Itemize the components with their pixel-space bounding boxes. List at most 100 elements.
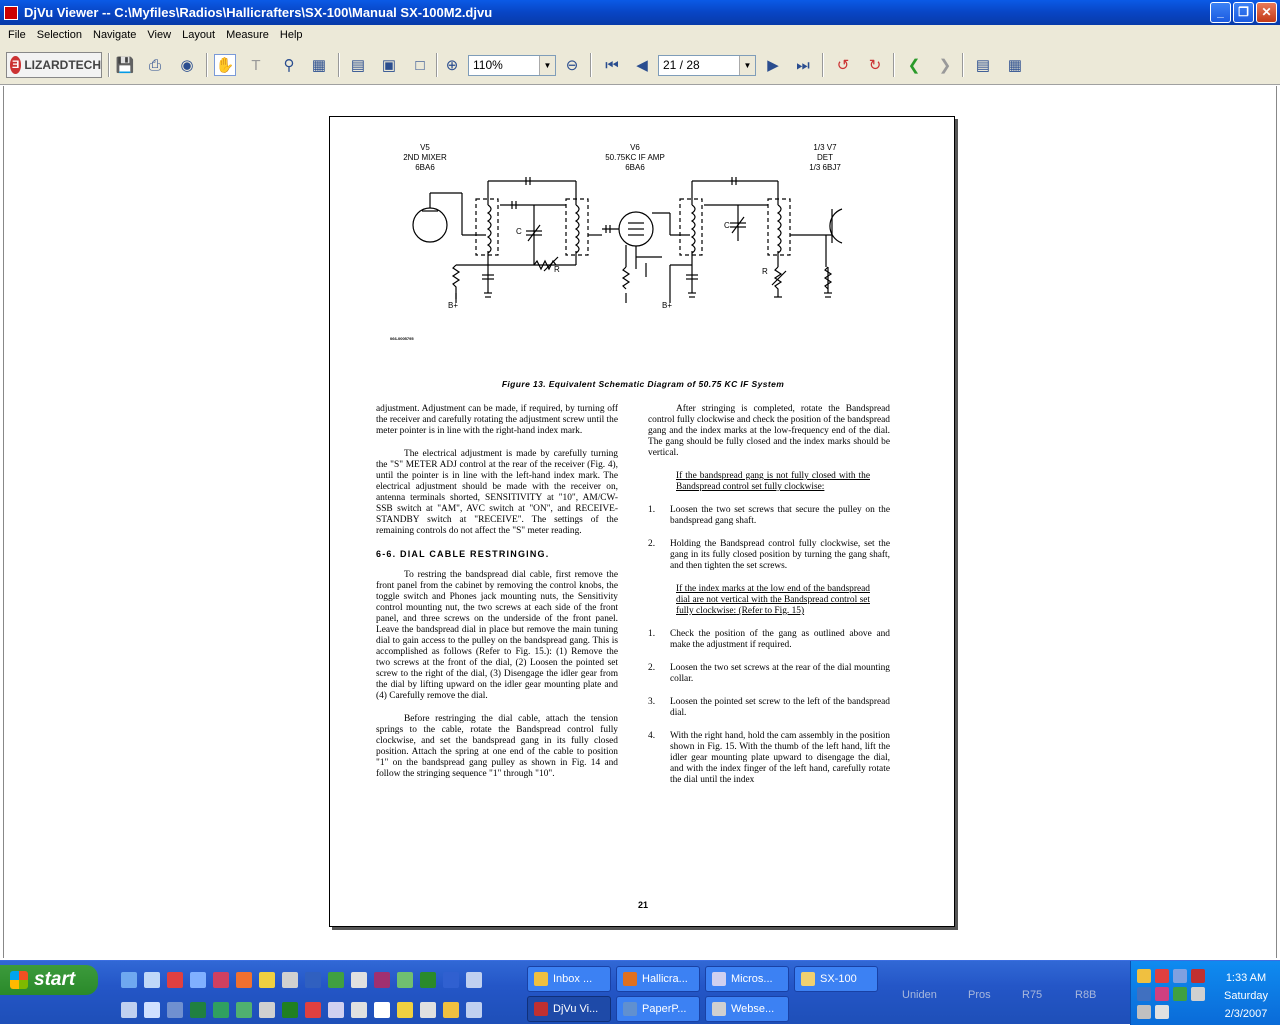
menu-view[interactable]: View xyxy=(143,29,175,41)
quicklaunch-icon[interactable] xyxy=(282,1002,298,1018)
lizardtech-logo[interactable]: Ǝ LIZARDTECH xyxy=(6,52,102,78)
zoom-dropdown-icon[interactable]: ▼ xyxy=(539,56,555,75)
clock-date: 2/3/2007 xyxy=(1224,1008,1268,1020)
grid-view-icon[interactable]: ▦ xyxy=(1004,54,1026,76)
zoom-out-icon[interactable]: ⊖ xyxy=(561,54,583,76)
quicklaunch-icon[interactable] xyxy=(351,972,367,988)
resistor-label-2: R xyxy=(762,267,768,276)
task-hallicrafters[interactable]: Hallicra... xyxy=(616,966,700,992)
quicklaunch-icon[interactable] xyxy=(397,972,413,988)
v7-label: 1/3 V7 DET 1/3 6BJ7 xyxy=(809,143,841,172)
quicklaunch-icon[interactable] xyxy=(144,1002,160,1018)
quicklaunch-icon[interactable] xyxy=(305,972,321,988)
quicklaunch-icon[interactable] xyxy=(466,1002,482,1018)
zoom-in-icon[interactable]: ⊕ xyxy=(441,54,463,76)
page-dropdown-icon[interactable]: ▼ xyxy=(739,56,755,75)
toolbar-pros[interactable]: Pros xyxy=(968,989,991,1001)
back-icon[interactable]: ❮ xyxy=(903,54,925,76)
left-paragraph-1: adjustment. Adjustment can be made, if r… xyxy=(376,404,618,436)
last-page-icon[interactable]: ⏭ xyxy=(792,54,814,76)
menu-measure[interactable]: Measure xyxy=(222,29,273,41)
text-select-icon[interactable]: T xyxy=(245,54,267,76)
list-item: 2. Loosen the two set screws at the rear … xyxy=(648,663,890,684)
tray-icon[interactable] xyxy=(1191,969,1205,983)
quicklaunch-icon[interactable] xyxy=(328,1002,344,1018)
minimize-button[interactable]: _ xyxy=(1210,2,1231,23)
tray-icon[interactable] xyxy=(1155,987,1169,1001)
task-sx100[interactable]: SX-100 xyxy=(794,966,878,992)
zoom-tool-icon[interactable]: ⚲ xyxy=(278,54,300,76)
tray-icon[interactable] xyxy=(1137,969,1151,983)
rotate-left-icon[interactable]: ↺ xyxy=(832,54,854,76)
print-icon[interactable]: ⎙ xyxy=(144,54,166,76)
quicklaunch-icon[interactable] xyxy=(236,972,252,988)
start-button[interactable]: start xyxy=(0,965,98,995)
close-button[interactable]: ✕ xyxy=(1256,2,1277,23)
maximize-button[interactable]: ❐ xyxy=(1233,2,1254,23)
quicklaunch-icon[interactable] xyxy=(305,1002,321,1018)
quicklaunch-icon[interactable] xyxy=(144,972,160,988)
quicklaunch-icon[interactable] xyxy=(259,972,275,988)
menu-navigate[interactable]: Navigate xyxy=(89,29,140,41)
quicklaunch-icon[interactable] xyxy=(213,1002,229,1018)
quicklaunch-icon[interactable] xyxy=(443,972,459,988)
task-microsoft[interactable]: Micros... xyxy=(705,966,789,992)
quicklaunch-icon[interactable] xyxy=(420,972,436,988)
quicklaunch-icon[interactable] xyxy=(351,1002,367,1018)
hand-tool-icon[interactable]: ✋ xyxy=(214,54,236,76)
menu-selection[interactable]: Selection xyxy=(33,29,86,41)
zoom-combo[interactable]: 110% ▼ xyxy=(468,55,556,76)
quicklaunch-icon[interactable] xyxy=(282,972,298,988)
quicklaunch-icon[interactable] xyxy=(190,1002,206,1018)
quicklaunch-icon[interactable] xyxy=(328,972,344,988)
rotate-right-icon[interactable]: ↻ xyxy=(864,54,886,76)
tray-icon[interactable] xyxy=(1155,969,1169,983)
tray-icon[interactable] xyxy=(1173,969,1187,983)
fit-width-icon[interactable]: ▣ xyxy=(378,54,400,76)
quicklaunch-icon[interactable] xyxy=(236,1002,252,1018)
quicklaunch-icon[interactable] xyxy=(167,972,183,988)
toolbar-r75[interactable]: R75 xyxy=(1022,989,1042,1001)
quicklaunch-icon[interactable] xyxy=(443,1002,459,1018)
tray-icon[interactable] xyxy=(1137,1005,1151,1019)
tray-icon[interactable] xyxy=(1173,987,1187,1001)
menu-layout[interactable]: Layout xyxy=(178,29,219,41)
toolbar-r8b[interactable]: R8B xyxy=(1075,989,1096,1001)
quicklaunch-icon[interactable] xyxy=(466,972,482,988)
next-page-icon[interactable]: ▶ xyxy=(762,54,784,76)
window-title: DjVu Viewer -- C:\Myfiles\Radios\Hallicr… xyxy=(24,5,493,20)
tray-icon[interactable] xyxy=(1155,1005,1169,1019)
page-combo[interactable]: 21 / 28 ▼ xyxy=(658,55,756,76)
first-page-icon[interactable]: ⏮ xyxy=(601,54,623,76)
tray-icon[interactable] xyxy=(1191,987,1205,1001)
actual-size-icon[interactable]: □ xyxy=(409,54,431,76)
quicklaunch-icon[interactable] xyxy=(167,1002,183,1018)
forward-icon[interactable]: ❯ xyxy=(934,54,956,76)
tray-icon[interactable] xyxy=(1137,987,1151,1001)
quicklaunch-icon[interactable] xyxy=(121,1002,137,1018)
quicklaunch-icon[interactable] xyxy=(213,972,229,988)
quicklaunch-icon[interactable] xyxy=(374,972,390,988)
clock[interactable]: 1:33 AM Saturday 2/3/2007 xyxy=(1211,969,1280,1023)
menu-file[interactable]: File xyxy=(4,29,30,41)
quicklaunch-icon[interactable] xyxy=(397,1002,413,1018)
quicklaunch-icon[interactable] xyxy=(121,972,137,988)
quicklaunch-icon[interactable] xyxy=(190,972,206,988)
task-paperport[interactable]: PaperP... xyxy=(616,996,700,1022)
fit-page-icon[interactable]: ▤ xyxy=(347,54,369,76)
task-djvu-viewer[interactable]: DjVu Vi... xyxy=(527,996,611,1022)
previous-page-icon[interactable]: ◀ xyxy=(631,54,653,76)
quicklaunch-icon[interactable] xyxy=(374,1002,390,1018)
task-webserver[interactable]: Webse... xyxy=(705,996,789,1022)
thumbnails-icon[interactable]: ▤ xyxy=(972,54,994,76)
left-paragraph-3: To restring the bandspread dial cable, f… xyxy=(376,570,618,701)
quicklaunch-icon[interactable] xyxy=(259,1002,275,1018)
save-icon[interactable]: 💾 xyxy=(114,54,136,76)
quicklaunch-icon[interactable] xyxy=(420,1002,436,1018)
rectangle-zoom-icon[interactable]: ▦ xyxy=(308,54,330,76)
find-icon[interactable]: ◉ xyxy=(176,54,198,76)
toolbar-uniden[interactable]: Uniden xyxy=(902,989,937,1001)
windows-flag-icon xyxy=(10,971,28,989)
menu-help[interactable]: Help xyxy=(276,29,307,41)
task-inbox[interactable]: Inbox ... xyxy=(527,966,611,992)
